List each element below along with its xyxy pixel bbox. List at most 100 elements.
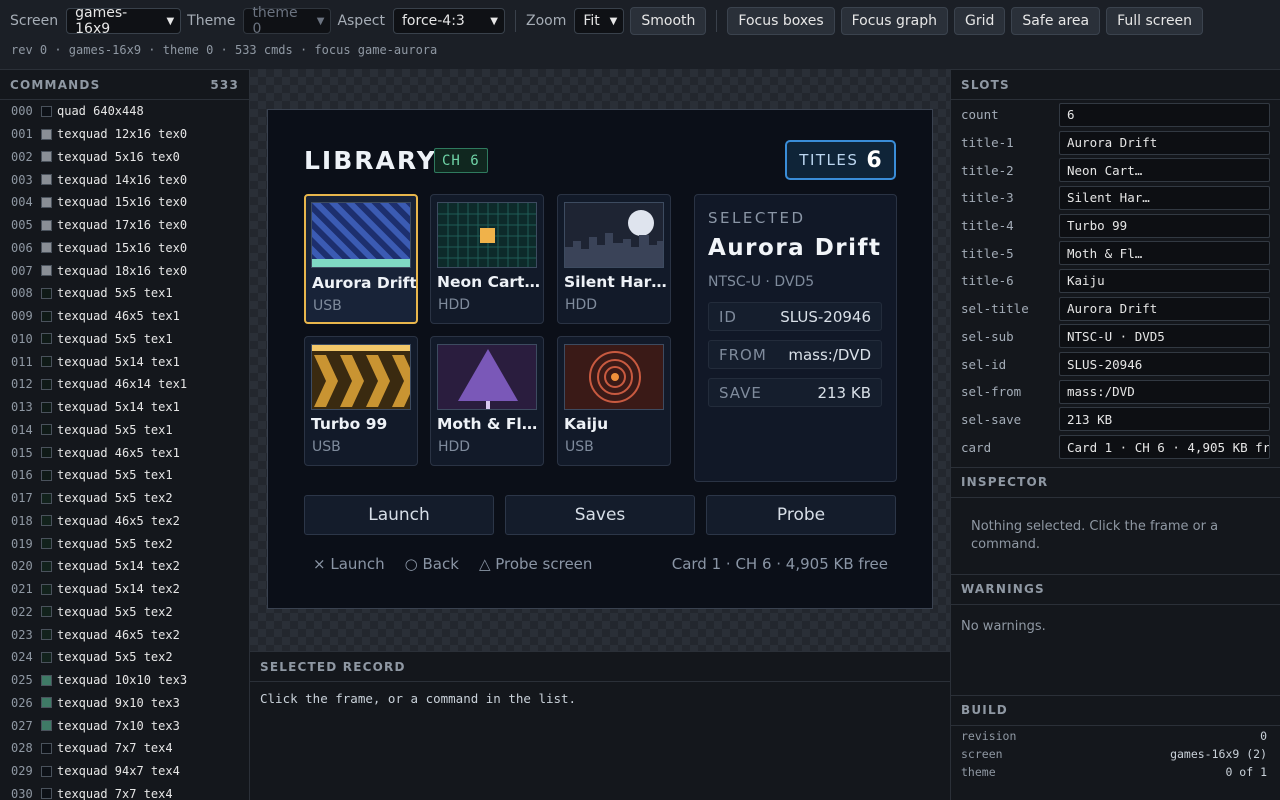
command-index: 011 — [11, 354, 33, 369]
warnings-title: WARNINGS — [961, 582, 1045, 597]
command-row[interactable]: 017 texquad 5x5 tex2 — [0, 487, 249, 510]
slot-value-field[interactable]: Aurora Drift — [1059, 296, 1270, 321]
focus-boxes-button[interactable]: Focus boxes — [727, 7, 835, 35]
memory-card-info: Card 1 · CH 6 · 4,905 KB free — [671, 555, 888, 573]
selected-panel: SELECTED Aurora Drift NTSC-U · DVD5 ID S… — [694, 194, 897, 482]
command-row[interactable]: 030 texquad 7x7 tex4 — [0, 783, 249, 800]
build-value: 0 — [1260, 728, 1267, 743]
zoom-select[interactable]: Fit ▼ — [574, 8, 625, 34]
game-card-aurora[interactable]: Aurora Drift USB — [304, 194, 418, 324]
command-index: 009 — [11, 309, 33, 324]
slot-row: sel-from mass:/DVD — [951, 378, 1280, 406]
slot-row: title-6 Kaiju — [951, 267, 1280, 295]
card-source: HDD — [438, 439, 471, 455]
command-row[interactable]: 015 texquad 46x5 tex1 — [0, 441, 249, 464]
command-index: 004 — [11, 195, 33, 210]
game-card-neon[interactable]: Neon Cart… HDD — [430, 194, 544, 324]
command-row[interactable]: 014 texquad 5x5 tex1 — [0, 419, 249, 442]
command-text: texquad 46x5 tex2 — [57, 513, 180, 528]
command-row[interactable]: 000 quad 640x448 — [0, 100, 249, 123]
command-row[interactable]: 018 texquad 46x5 tex2 — [0, 510, 249, 533]
command-text: texquad 5x14 tex1 — [57, 354, 180, 369]
command-row[interactable]: 024 texquad 5x5 tex2 — [0, 646, 249, 669]
command-text: texquad 46x5 tex1 — [57, 445, 180, 460]
command-row[interactable]: 006 texquad 15x16 tex0 — [0, 237, 249, 260]
command-row[interactable]: 028 texquad 7x7 tex4 — [0, 737, 249, 760]
slot-value-field[interactable]: Moth & Fl… — [1059, 241, 1270, 266]
theme-select[interactable]: theme 0 ▼ — [243, 5, 332, 37]
command-row[interactable]: 012 texquad 46x14 tex1 — [0, 373, 249, 396]
card-title: Kaiju — [564, 415, 609, 433]
full-screen-button[interactable]: Full screen — [1106, 7, 1204, 35]
game-card-moth[interactable]: Moth & Fl… HDD — [430, 336, 544, 466]
command-row[interactable]: 004 texquad 15x16 tex0 — [0, 191, 249, 214]
slot-value-field[interactable]: 213 KB — [1059, 407, 1270, 432]
warnings-body: No warnings. — [961, 618, 1046, 634]
commands-list[interactable]: 000 quad 640x448 001 texquad 12x16 tex0 002 t… — [0, 100, 249, 800]
game-card-turbo[interactable]: Turbo 99 USB — [304, 336, 418, 466]
command-row[interactable]: 001 texquad 12x16 tex0 — [0, 123, 249, 146]
command-row[interactable]: 022 texquad 5x5 tex2 — [0, 601, 249, 624]
commands-panel: COMMANDS 533 000 quad 640x448 001 texquad 1… — [0, 69, 250, 800]
slot-key: title-6 — [961, 273, 1014, 289]
command-row[interactable]: 013 texquad 5x14 tex1 — [0, 396, 249, 419]
command-row[interactable]: 023 texquad 46x5 tex2 — [0, 623, 249, 646]
silent-thumbnail — [564, 202, 664, 268]
inspector-title: INSPECTOR — [961, 475, 1049, 490]
probe-button[interactable]: Probe — [706, 495, 896, 535]
slot-key: card — [961, 439, 992, 455]
command-index: 029 — [11, 764, 33, 779]
slot-value-field[interactable]: mass:/DVD — [1059, 379, 1270, 404]
slots-list: count 6 title-1 Aurora Drift title-2 Neon Car… — [951, 100, 1280, 461]
slot-value-field[interactable]: 6 — [1059, 102, 1270, 127]
command-row[interactable]: 021 texquad 5x14 tex2 — [0, 578, 249, 601]
inspector-body: Nothing selected. Click the frame or a c… — [971, 518, 1219, 552]
command-row[interactable]: 027 texquad 7x10 tex3 — [0, 714, 249, 737]
command-row[interactable]: 002 texquad 5x16 tex0 — [0, 146, 249, 169]
screen-select[interactable]: games-16x9 ▼ — [66, 5, 182, 37]
focus-graph-button[interactable]: Focus graph — [840, 7, 949, 35]
slot-value-field[interactable]: Card 1 · CH 6 · 4,905 KB free — [1059, 435, 1270, 460]
slot-value-field[interactable]: Aurora Drift — [1059, 130, 1270, 155]
command-row[interactable]: 003 texquad 14x16 tex0 — [0, 168, 249, 191]
game-frame[interactable]: LIBRARY CH 6 TITLES 6 Aurora Drift USB N… — [267, 109, 933, 609]
slot-value-field[interactable]: NTSC-U · DVD5 — [1059, 324, 1270, 349]
slot-key: title-3 — [961, 190, 1014, 206]
command-index: 015 — [11, 445, 33, 460]
slot-value-field[interactable]: Turbo 99 — [1059, 213, 1270, 238]
chevron-down-icon: ▼ — [490, 15, 498, 27]
grid-button[interactable]: Grid — [954, 7, 1006, 35]
commands-count: 533 — [210, 77, 239, 92]
slot-value-field[interactable]: Kaiju — [1059, 268, 1270, 293]
chevron-down-icon: ▼ — [166, 15, 175, 27]
command-row[interactable]: 005 texquad 17x16 tex0 — [0, 214, 249, 237]
game-card-silent[interactable]: Silent Har… HDD — [557, 194, 671, 324]
command-row[interactable]: 009 texquad 46x5 tex1 — [0, 305, 249, 328]
command-row[interactable]: 026 texquad 9x10 tex3 — [0, 692, 249, 715]
build-value: games-16x9 (2) — [1170, 746, 1267, 761]
command-index: 021 — [11, 582, 33, 597]
smooth-button[interactable]: Smooth — [630, 7, 707, 35]
launch-button[interactable]: Launch — [304, 495, 494, 535]
saves-button[interactable]: Saves — [505, 495, 695, 535]
aspect-select[interactable]: force-4:3 ▼ — [393, 8, 505, 34]
command-row[interactable]: 025 texquad 10x10 tex3 — [0, 669, 249, 692]
command-row[interactable]: 010 texquad 5x5 tex1 — [0, 328, 249, 351]
slot-value-field[interactable]: SLUS-20946 — [1059, 352, 1270, 377]
command-row[interactable]: 007 texquad 18x16 tex0 — [0, 259, 249, 282]
safe-area-button[interactable]: Safe area — [1011, 7, 1101, 35]
slot-value-field[interactable]: Silent Har… — [1059, 185, 1270, 210]
command-row[interactable]: 008 texquad 5x5 tex1 — [0, 282, 249, 305]
zoom-label: Zoom — [526, 13, 567, 29]
command-row[interactable]: 020 texquad 5x14 tex2 — [0, 555, 249, 578]
game-card-kaiju[interactable]: Kaiju USB — [557, 336, 671, 466]
command-row[interactable]: 019 texquad 5x5 tex2 — [0, 532, 249, 555]
theme-label: Theme — [187, 13, 236, 29]
slot-value-field[interactable]: Neon Cart… — [1059, 158, 1270, 183]
aurora-thumbnail — [311, 202, 411, 268]
command-swatch — [41, 219, 52, 231]
command-text: texquad 15x16 tex0 — [57, 195, 188, 210]
command-row[interactable]: 016 texquad 5x5 tex1 — [0, 464, 249, 487]
command-row[interactable]: 011 texquad 5x14 tex1 — [0, 350, 249, 373]
command-row[interactable]: 029 texquad 94x7 tex4 — [0, 760, 249, 783]
